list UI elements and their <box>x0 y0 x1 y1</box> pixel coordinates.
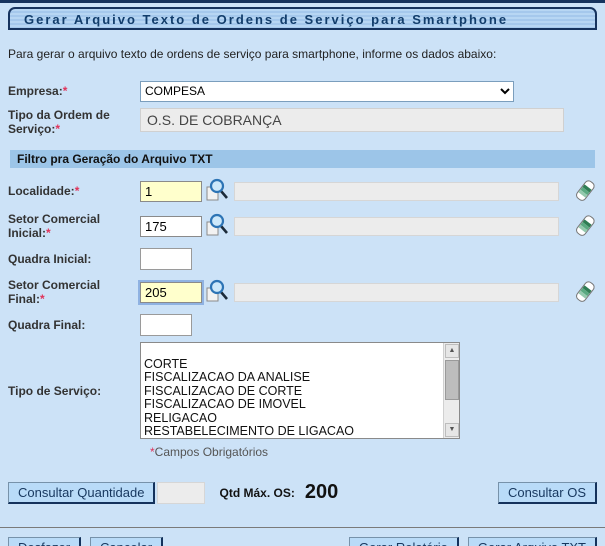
desfazer-button[interactable]: Desfazer <box>8 537 81 546</box>
gerar-arquivo-txt-window: Gerar Arquivo Texto de Ordens de Serviço… <box>0 0 605 546</box>
required-asterisk: * <box>75 184 80 198</box>
localidade-eraser-icon[interactable] <box>573 178 597 204</box>
qtd-max-value: 200 <box>305 481 338 504</box>
bottom-button-row: Desfazer Cancelar Gerar Relatório Gerar … <box>8 537 597 546</box>
scrollbar-thumb[interactable] <box>445 360 459 400</box>
tipo-servico-label: Tipo de Serviço: <box>8 384 140 398</box>
quantidade-result-field <box>157 482 205 504</box>
scrollbar-up-icon[interactable]: ▲ <box>445 344 459 358</box>
list-item[interactable]: RELIGACAO <box>144 412 457 426</box>
tipo-servico-listbox[interactable]: CORTE FISCALIZACAO DA ANALISE FISCALIZAC… <box>140 342 460 439</box>
tipo-ordem-row: Tipo da Ordem de Serviço:* O.S. DE COBRA… <box>8 108 597 136</box>
tipo-servico-row: Tipo de Serviço: CORTE FISCALIZACAO DA A… <box>8 342 597 439</box>
required-asterisk: * <box>46 226 51 240</box>
setor-inicial-row: Setor Comercial Inicial:* <box>8 212 597 240</box>
consultar-os-button[interactable]: Consultar OS <box>498 482 597 504</box>
setor-inicial-input[interactable] <box>140 216 202 237</box>
setor-final-input[interactable] <box>140 282 202 303</box>
empresa-select[interactable]: COMPESA <box>140 81 514 102</box>
quadra-final-input[interactable] <box>140 314 192 336</box>
required-fields-note: *Campos Obrigatórios <box>150 445 597 459</box>
quadra-final-label: Quadra Final: <box>8 318 140 332</box>
tipo-ordem-value: O.S. DE COBRANÇA <box>140 108 564 132</box>
setor-inicial-eraser-icon[interactable] <box>573 213 597 239</box>
localidade-description-field <box>234 182 559 201</box>
setor-final-label: Setor Comercial Final:* <box>8 278 140 306</box>
quadra-inicial-input[interactable] <box>140 248 192 270</box>
setor-final-eraser-icon[interactable] <box>573 279 597 305</box>
quadra-inicial-label: Quadra Inicial: <box>8 252 140 266</box>
bottom-divider <box>0 527 605 528</box>
setor-final-description-field <box>234 283 559 302</box>
gerar-relatorio-button[interactable]: Gerar Relatório <box>349 537 459 546</box>
quadra-final-row: Quadra Final: <box>8 314 597 336</box>
empresa-row: Empresa:* COMPESA <box>8 80 597 102</box>
listbox-scrollbar[interactable]: ▲ ▼ <box>443 343 459 438</box>
tipo-servico-options: CORTE FISCALIZACAO DA ANALISE FISCALIZAC… <box>141 343 459 439</box>
setor-final-row: Setor Comercial Final:* <box>8 278 597 306</box>
page-title: Gerar Arquivo Texto de Ordens de Serviço… <box>8 7 597 30</box>
localidade-row: Localidade:* <box>8 178 597 204</box>
top-border-line <box>0 0 605 3</box>
quadra-inicial-row: Quadra Inicial: <box>8 248 597 270</box>
list-item[interactable]: FISCALIZACAO DE IMOVEL <box>144 398 457 412</box>
page-title-text: Gerar Arquivo Texto de Ordens de Serviço… <box>24 12 508 27</box>
localidade-label: Localidade:* <box>8 184 140 198</box>
setor-inicial-description-field <box>234 217 559 236</box>
form-area: Empresa:* COMPESA Tipo da Ordem de Servi… <box>8 80 597 459</box>
qtd-max-label: Qtd Máx. OS: <box>219 486 294 500</box>
gerar-arquivo-txt-button[interactable]: Gerar Arquivo TXT <box>468 537 597 546</box>
list-item[interactable]: FISCALIZACAO DE CORTE <box>144 385 457 399</box>
required-asterisk: * <box>40 292 45 306</box>
localidade-input[interactable] <box>140 181 202 202</box>
list-item[interactable]: RESTABELECIMENTO DE LIGACAO <box>144 425 457 439</box>
tipo-ordem-label: Tipo da Ordem de Serviço:* <box>8 108 140 136</box>
empresa-label: Empresa:* <box>8 84 140 98</box>
required-asterisk: * <box>55 122 60 136</box>
localidade-search-icon[interactable] <box>204 178 230 204</box>
cancelar-button[interactable]: Cancelar <box>90 537 163 546</box>
setor-final-search-icon[interactable] <box>204 279 230 305</box>
list-item[interactable]: CORTE <box>144 358 457 372</box>
list-item[interactable] <box>144 344 457 358</box>
scrollbar-down-icon[interactable]: ▼ <box>445 423 459 437</box>
setor-inicial-search-icon[interactable] <box>204 213 230 239</box>
list-item[interactable]: FISCALIZACAO DA ANALISE <box>144 371 457 385</box>
required-asterisk: * <box>63 84 68 98</box>
instruction-text: Para gerar o arquivo texto de ordens de … <box>8 47 597 61</box>
filtro-section-header: Filtro pra Geração do Arquivo TXT <box>10 150 595 168</box>
consult-row: Consultar Quantidade Qtd Máx. OS: 200 Co… <box>8 481 597 504</box>
setor-inicial-label: Setor Comercial Inicial:* <box>8 212 140 240</box>
consultar-quantidade-button[interactable]: Consultar Quantidade <box>8 482 155 504</box>
